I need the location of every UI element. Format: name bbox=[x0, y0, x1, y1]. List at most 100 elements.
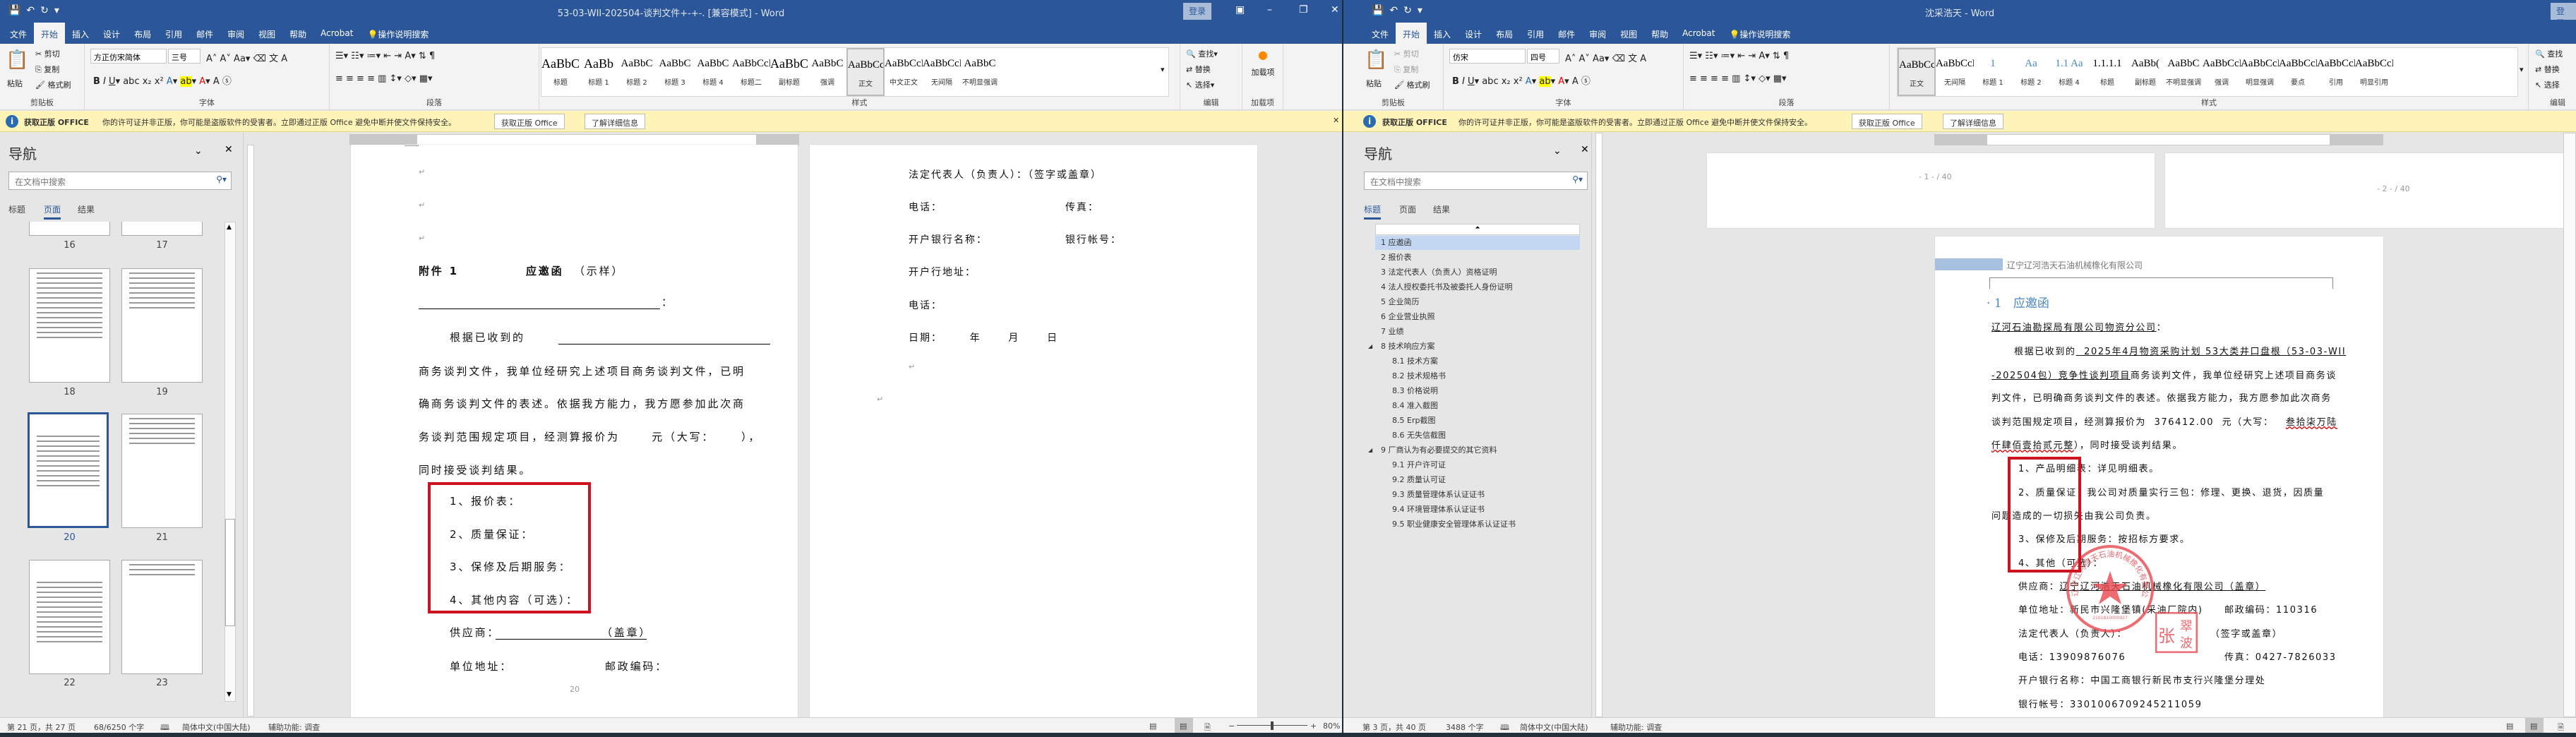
thumbnails-scrollbar[interactable]: ▲ ▼ bbox=[224, 222, 236, 702]
list-buttons[interactable]: ☰▾ ☷▾ ≔▾ ⇤ ⇥ A▾ ⇅ ¶ bbox=[335, 51, 435, 61]
style-8[interactable]: AaBbCc 正文 bbox=[846, 48, 885, 96]
find-button[interactable]: 🔍 查找 bbox=[2535, 48, 2563, 59]
format-painter-button[interactable]: 🖌 格式刷 bbox=[1394, 79, 1430, 90]
tab-mailings[interactable]: 邮件 bbox=[189, 23, 220, 44]
nav-heading-item[interactable]: 1 应邀函 bbox=[1375, 236, 1580, 250]
nav-heading-item[interactable]: 8.4 准入截图 bbox=[1375, 399, 1580, 413]
style-0[interactable]: AaBbC 标题 bbox=[541, 48, 580, 96]
select-button[interactable]: ↖ 选择▾ bbox=[1186, 79, 1214, 90]
minimize-button[interactable]: – bbox=[1267, 4, 1272, 16]
zoom-in-button[interactable]: + bbox=[1310, 721, 1317, 731]
nav-heading-item[interactable]: 9.5 职业健康安全管理体系认证证书 bbox=[1375, 517, 1580, 532]
scroll-down-icon[interactable]: ▼ bbox=[227, 691, 232, 698]
tab-insert[interactable]: 插入 bbox=[65, 23, 96, 44]
style-3[interactable]: AaBbC 标题 3 bbox=[656, 48, 694, 96]
vertical-ruler[interactable] bbox=[1595, 133, 1602, 717]
find-button[interactable]: 🔍 查找▾ bbox=[1186, 48, 1218, 59]
style-7[interactable]: AaBbC 不明显强调 bbox=[2164, 48, 2203, 96]
tab-layout[interactable]: 布局 bbox=[127, 23, 158, 44]
style-2[interactable]: AaBbC 标题 2 bbox=[618, 48, 656, 96]
tab-file[interactable]: 文件 bbox=[3, 23, 34, 44]
learn-more-button[interactable]: 了解详细信息 bbox=[585, 114, 645, 129]
read-mode-icon[interactable]: ▤ bbox=[2506, 721, 2513, 731]
style-11[interactable]: AaBbC 不明显强调 bbox=[961, 48, 999, 96]
tab-acrobat[interactable]: Acrobat bbox=[313, 23, 360, 44]
select-button[interactable]: ↖ 选择 bbox=[2535, 79, 2560, 90]
login-button[interactable]: 登录 bbox=[2551, 3, 2576, 28]
get-genuine-office-button[interactable]: 获取正版 Office bbox=[494, 114, 565, 129]
replace-button[interactable]: ⇄ 替换 bbox=[1186, 64, 1211, 75]
language[interactable]: 简体中文(中国大陆) bbox=[182, 721, 251, 733]
nav-heading-item[interactable]: 6 企业营业执照 bbox=[1375, 310, 1580, 324]
tab-design[interactable]: 设计 bbox=[96, 23, 127, 44]
style-1[interactable]: AaBb 标题 1 bbox=[580, 48, 618, 96]
nav-heading-item[interactable]: 8.1 技术方案 bbox=[1375, 354, 1580, 368]
style-10[interactable]: AaBbCcDd 要点 bbox=[2279, 48, 2317, 96]
tab-acrobat[interactable]: Acrobat bbox=[1675, 23, 1722, 44]
page-thumbnail[interactable] bbox=[29, 560, 110, 674]
style-4[interactable]: 1.1 Aa 标题 4 bbox=[2050, 48, 2088, 96]
paste-button[interactable]: 粘贴 bbox=[7, 78, 23, 89]
style-6[interactable]: AaBb(副标题 bbox=[2126, 48, 2164, 96]
nav-search-input[interactable]: 在文档中搜索 ⚲▾ bbox=[1364, 172, 1588, 190]
word-count[interactable]: 3488 个字 bbox=[1446, 721, 1484, 733]
nav-heading-item[interactable]: 8.6 无失信截图 bbox=[1375, 429, 1580, 443]
font-size-select[interactable]: 四号 bbox=[1527, 49, 1559, 64]
font-size-buttons[interactable]: A˄ A˅ Aa▾ ⌫ 文 A bbox=[1565, 51, 1646, 64]
font-size-buttons[interactable]: A˄ A˅ Aa▾ ⌫ 文 A bbox=[206, 51, 287, 64]
tab-help[interactable]: 帮助 bbox=[282, 23, 313, 44]
nav-heading-item[interactable]: 9 厂商认为有必要提交的其它资料 bbox=[1375, 443, 1580, 457]
page-count[interactable]: 第 21 页，共 27 页 bbox=[7, 721, 76, 733]
styles-more-button[interactable]: ▾ bbox=[2520, 65, 2524, 74]
horizontal-ruler[interactable] bbox=[1934, 134, 2383, 145]
nav-heading-item[interactable]: 7 业绩 bbox=[1375, 325, 1580, 339]
print-layout-icon[interactable]: ▤ bbox=[1175, 718, 1193, 733]
nav-tab-results[interactable]: 结果 bbox=[1433, 203, 1450, 215]
nav-heading-item[interactable]: 8 技术响应方案 bbox=[1375, 340, 1580, 354]
style-5[interactable]: AaBbCcD 标题二 bbox=[732, 48, 770, 96]
nav-close-icon[interactable]: ✕ bbox=[1581, 144, 1589, 155]
nav-options-chevron-icon[interactable]: ⌄ bbox=[194, 145, 203, 157]
print-layout-icon[interactable]: ▤ bbox=[2525, 718, 2544, 733]
copy-button[interactable]: ⎘ 复制 bbox=[35, 64, 59, 75]
scrollbar-thumb[interactable] bbox=[225, 519, 235, 626]
font-format-buttons[interactable]: B I U▾ abc x₂ x² A▾ ab▾ A▾ A ⓢ bbox=[1452, 73, 1590, 87]
document-page[interactable]: - 1 - / 40 bbox=[1707, 153, 2155, 228]
font-size-select[interactable]: 三号 bbox=[168, 49, 200, 64]
page-thumbnail-selected[interactable] bbox=[28, 412, 109, 528]
accessibility-status[interactable]: 辅助功能: 调查 bbox=[1610, 721, 1662, 733]
nav-tab-headings[interactable]: 标题 bbox=[1364, 203, 1382, 220]
tab-layout[interactable]: 布局 bbox=[1489, 23, 1520, 44]
tab-home[interactable]: 开始 bbox=[34, 23, 66, 44]
style-9[interactable]: AaBbCcDdi 中文正文 bbox=[885, 48, 923, 96]
nav-heading-item[interactable]: 5 企业简历 bbox=[1375, 295, 1580, 309]
paste-button[interactable]: 粘贴 bbox=[1366, 78, 1382, 89]
style-5[interactable]: 1.1.1.1 标题 bbox=[2088, 48, 2126, 96]
style-0[interactable]: AaBbCcDdI 正文 bbox=[1898, 48, 1936, 96]
tab-help[interactable]: 帮助 bbox=[1644, 23, 1675, 44]
accessibility-status[interactable]: 辅助功能: 调查 bbox=[268, 721, 320, 733]
infobar-close-icon[interactable]: ✕ bbox=[1333, 116, 1339, 125]
nav-heading-item[interactable]: 2 报价表 bbox=[1375, 251, 1580, 265]
nav-heading-item[interactable]: 8.5 Erp截图 bbox=[1375, 414, 1580, 428]
nav-heading-item[interactable]: 9.1 开户许可证 bbox=[1375, 458, 1580, 472]
tab-references[interactable]: 引用 bbox=[158, 23, 189, 44]
scroll-up-icon[interactable]: ▲ bbox=[227, 224, 232, 231]
addins-button[interactable]: 加载项 bbox=[1250, 66, 1276, 78]
format-painter-button[interactable]: 🖌 格式刷 bbox=[35, 79, 71, 90]
nav-heading-item[interactable]: 9.3 质量管理体系认证证书 bbox=[1375, 488, 1580, 502]
page-thumbnail[interactable] bbox=[29, 268, 110, 383]
style-7[interactable]: AaBbC 强调 bbox=[808, 48, 846, 96]
learn-more-button[interactable]: 了解详细信息 bbox=[1943, 114, 2003, 129]
read-mode-icon[interactable]: ▤ bbox=[1149, 721, 1156, 731]
style-12[interactable]: AaBbCcDd 明显引用 bbox=[2355, 48, 2393, 96]
page-thumbnail[interactable] bbox=[121, 414, 203, 528]
tab-review[interactable]: 审阅 bbox=[220, 23, 251, 44]
tell-me-search[interactable]: 💡操作说明搜索 bbox=[1722, 23, 1797, 44]
style-1[interactable]: AaBbCcDdI 无间隔 bbox=[1936, 48, 1974, 96]
nav-heading-item[interactable]: 9.2 质量认可证 bbox=[1375, 473, 1580, 487]
nav-tab-pages[interactable]: 页面 bbox=[1399, 203, 1416, 215]
tab-references[interactable]: 引用 bbox=[1520, 23, 1551, 44]
style-6[interactable]: AaBbC 副标题 bbox=[770, 48, 808, 96]
nav-search-input[interactable]: 在文档中搜索 ⚲▾ bbox=[8, 172, 232, 190]
